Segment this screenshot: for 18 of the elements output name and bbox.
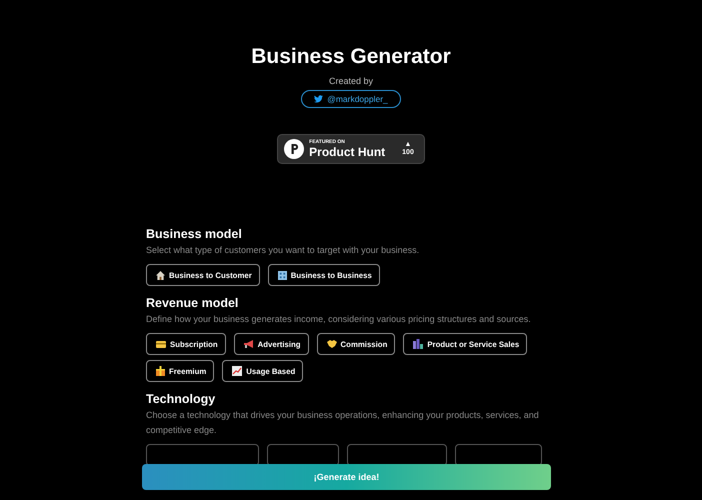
building-icon — [278, 270, 287, 280]
house-icon — [156, 270, 165, 280]
twitter-link[interactable]: @markdoppler_ — [301, 90, 401, 108]
line-chart-icon — [232, 366, 242, 376]
megaphone-icon — [244, 340, 254, 348]
card-icon — [156, 340, 166, 348]
section-description: Select what type of customers you want to target with your business. — [146, 244, 420, 257]
gift-icon — [156, 366, 165, 376]
page-title: Business Generator — [251, 44, 451, 70]
created-by-text: Created by — [328, 76, 374, 86]
section-title: Business model — [146, 226, 243, 242]
bird-icon — [314, 95, 324, 103]
section-description: Define how your business generates income, considering various pricing structures and sources. — [146, 313, 532, 326]
bar-chart-icon — [413, 339, 424, 349]
p-logo-icon — [284, 139, 304, 159]
section-title: Revenue model — [146, 295, 240, 311]
section-description: Choose a technology that drives your business operations, enhancing your products, services, and competitive edge. — [146, 409, 540, 437]
section-title: Technology — [146, 391, 216, 407]
